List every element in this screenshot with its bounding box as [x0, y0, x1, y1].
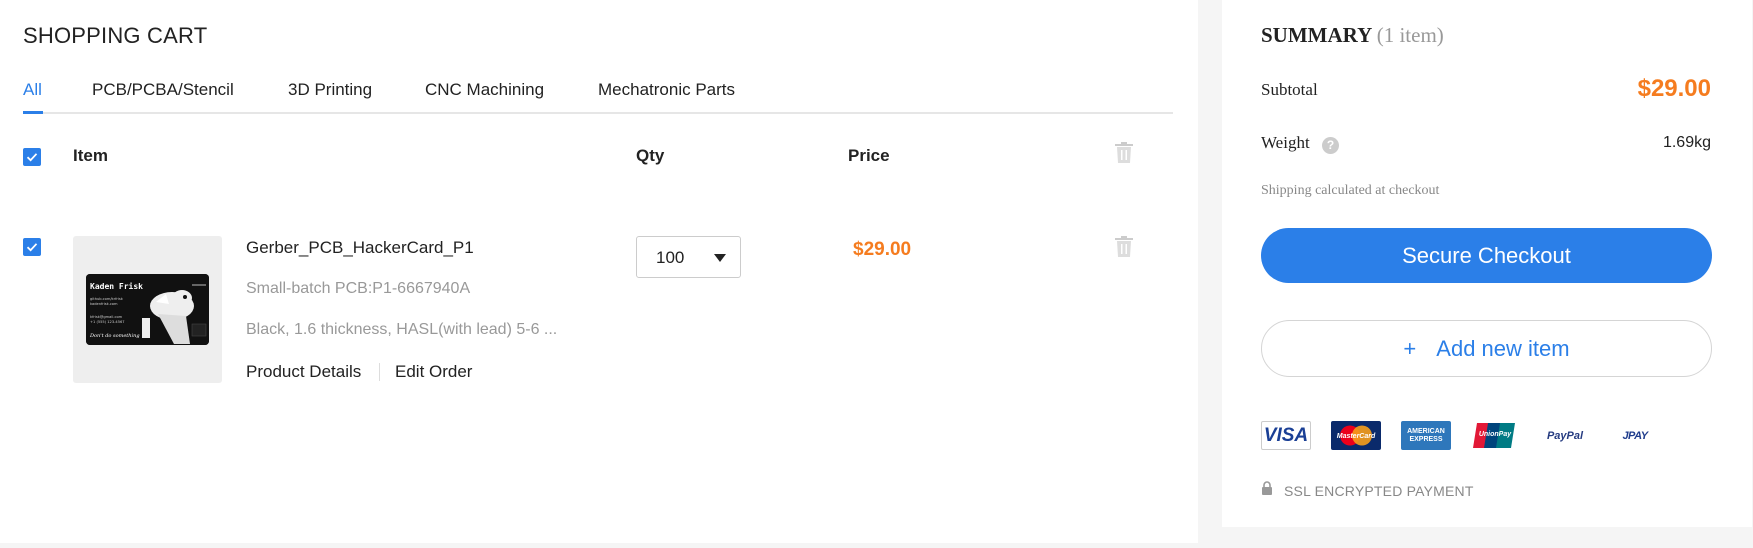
svg-text:MasterCard: MasterCard	[1337, 433, 1376, 440]
item-checkbox[interactable]	[23, 238, 41, 256]
tab-cnc-machining[interactable]: CNC Machining	[425, 80, 544, 100]
chevron-down-icon	[714, 254, 726, 262]
product-name[interactable]: Gerber_PCB_HackerCard_P1	[246, 238, 474, 258]
select-all-checkbox[interactable]	[23, 148, 41, 166]
plus-icon: +	[1403, 336, 1417, 361]
product-thumbnail[interactable]: Kaden Frisk github.com/krfrisk kadenfris…	[73, 236, 222, 383]
unionpay-logo: UnionPay	[1473, 421, 1519, 450]
check-icon	[26, 243, 38, 252]
category-tabs: All PCB/PCBA/Stencil 3D Printing CNC Mac…	[23, 74, 1173, 114]
help-icon[interactable]: ?	[1322, 137, 1339, 154]
add-new-item-label: Add new item	[1436, 336, 1570, 361]
tab-all[interactable]: All	[23, 80, 42, 100]
check-icon	[26, 153, 38, 162]
subtotal-label: Subtotal	[1261, 80, 1318, 99]
shipping-note: Shipping calculated at checkout	[1261, 183, 1440, 198]
edit-order-link[interactable]: Edit Order	[395, 362, 472, 382]
add-new-item-button[interactable]: + Add new item	[1261, 320, 1712, 377]
product-details-link[interactable]: Product Details	[246, 362, 361, 382]
delete-selected-icon[interactable]	[1114, 142, 1134, 164]
paypal-logo: PayPal	[1546, 429, 1584, 442]
svg-text:Don't do something: Don't do something	[89, 333, 140, 339]
weight-label: Weight	[1261, 133, 1310, 152]
product-subtitle: Small-batch PCB:P1-6667940A	[246, 280, 471, 297]
summary-title: SUMMARY (1 item)	[1261, 23, 1444, 48]
svg-text:Kaden Frisk: Kaden Frisk	[90, 281, 143, 291]
visa-logo: VISA	[1261, 421, 1311, 450]
svg-text:+1 (555) 123-4567: +1 (555) 123-4567	[90, 320, 125, 324]
tab-3d-printing[interactable]: 3D Printing	[288, 80, 372, 100]
tab-pcb-pcba-stencil[interactable]: PCB/PCBA/Stencil	[92, 80, 234, 100]
column-header-item: Item	[73, 146, 108, 165]
jpay-logo: JPAY	[1622, 429, 1648, 442]
svg-text:kadenfrisk.com: kadenfrisk.com	[90, 302, 118, 306]
secure-checkout-button[interactable]: Secure Checkout	[1261, 228, 1712, 283]
quantity-select[interactable]: 100	[636, 236, 741, 278]
summary-item-count: (1 item)	[1376, 23, 1444, 47]
quantity-value: 100	[656, 248, 685, 267]
column-header-qty: Qty	[636, 146, 665, 165]
subtotal-value: $29.00	[1637, 75, 1711, 102]
svg-text:UnionPay: UnionPay	[1479, 431, 1512, 438]
active-tab-indicator	[23, 111, 43, 114]
svg-text:kfrisk@gmail.com: kfrisk@gmail.com	[90, 315, 123, 319]
ssl-payment-note: SSL ENCRYPTED PAYMENT	[1284, 483, 1474, 499]
page-title: SHOPPING CART	[23, 23, 208, 48]
svg-text:github.com/krfrisk: github.com/krfrisk	[90, 297, 124, 301]
item-price: $29.00	[853, 239, 912, 260]
delete-item-icon[interactable]	[1114, 236, 1134, 258]
pcb-card-image: Kaden Frisk github.com/krfrisk kadenfris…	[86, 274, 209, 345]
tab-mechatronic-parts[interactable]: Mechatronic Parts	[598, 80, 735, 100]
link-divider	[379, 363, 380, 381]
summary-heading: SUMMARY	[1261, 23, 1372, 47]
weight-value: 1.69kg	[1662, 134, 1711, 151]
product-spec: Black, 1.6 thickness, HASL(with lead) 5-…	[246, 321, 558, 338]
column-header-price: Price	[848, 146, 890, 165]
mastercard-logo: MasterCard	[1331, 421, 1381, 450]
american-express-logo: AMERICAN EXPRESS	[1401, 421, 1451, 450]
lock-icon	[1262, 481, 1272, 495]
